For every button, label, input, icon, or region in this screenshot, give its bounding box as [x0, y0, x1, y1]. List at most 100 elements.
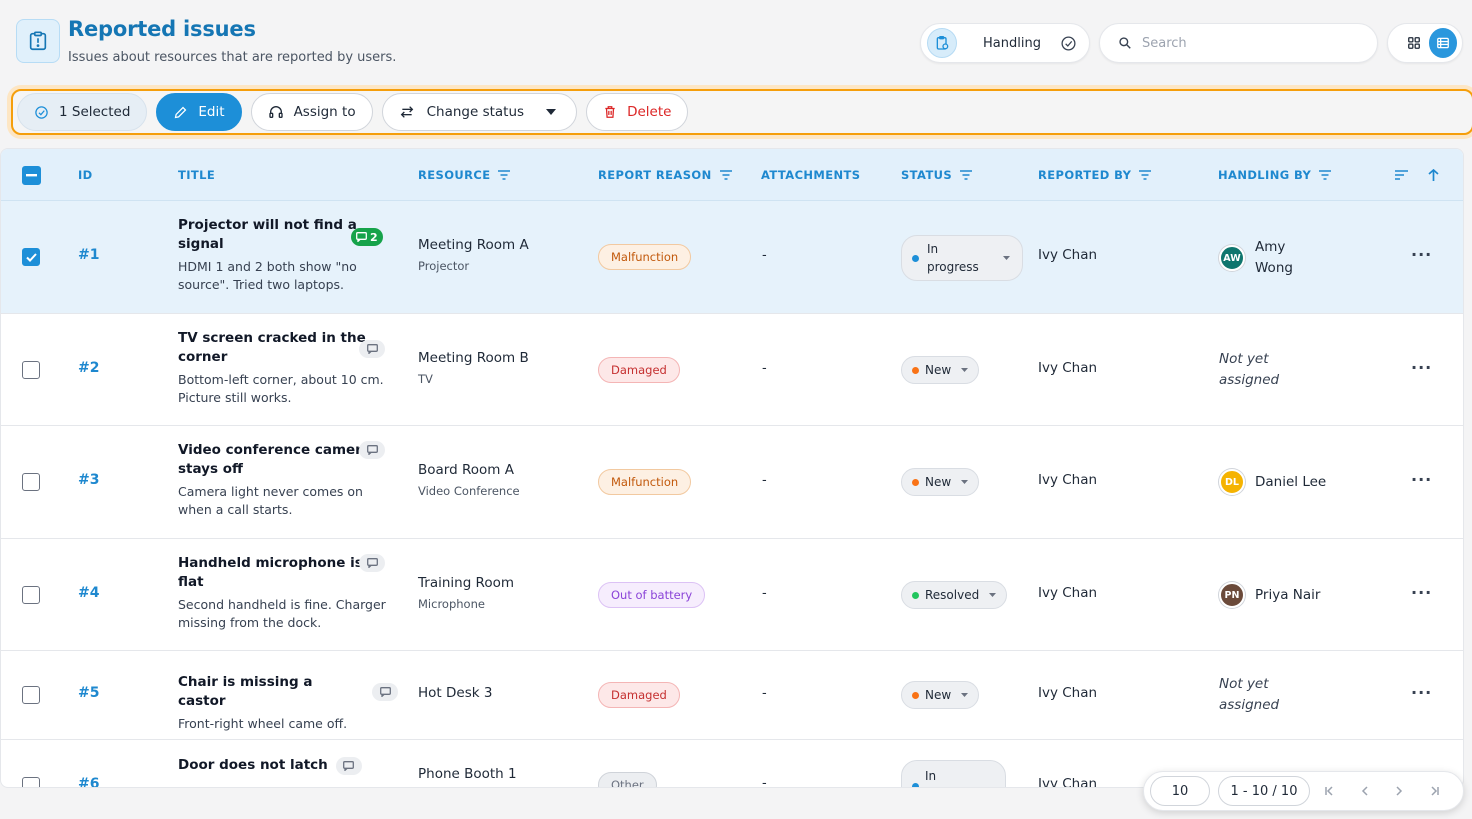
status-label: In: [925, 769, 937, 783]
avatar: DL: [1219, 469, 1245, 495]
column-header-handling-by[interactable]: HANDLING BY: [1218, 149, 1332, 201]
issue-id[interactable]: #6: [78, 776, 99, 787]
issue-description-line: source". Tried two laptops.: [178, 277, 344, 292]
sort-lines-icon[interactable]: [1395, 149, 1408, 201]
more-dots-icon[interactable]: ···: [1411, 683, 1432, 702]
issue-title-line: flat: [178, 574, 204, 590]
comment-icon[interactable]: [359, 441, 385, 459]
attachments-value: -: [762, 473, 767, 488]
table-row[interactable]: #4 Handheld microphone is flat Second ha…: [1, 539, 1463, 651]
column-header-resource[interactable]: RESOURCE: [418, 149, 511, 201]
issue-id[interactable]: #4: [78, 585, 99, 601]
row-checkbox[interactable]: [22, 777, 40, 787]
status-dropdown[interactable]: In: [901, 760, 1006, 787]
table-row[interactable]: #1 Projector will not find a signal 2 HD…: [1, 201, 1463, 314]
issue-title-cell[interactable]: Projector will not find a signal 2 HDMI …: [178, 216, 388, 294]
edit-button[interactable]: Edit: [156, 93, 242, 131]
list-view-icon[interactable]: [1428, 28, 1457, 58]
column-header-status[interactable]: STATUS: [901, 149, 973, 201]
column-header-reason[interactable]: REPORT REASON: [598, 149, 732, 201]
comment-icon[interactable]: [335, 756, 362, 775]
prev-page-icon[interactable]: [1352, 786, 1378, 796]
status-dot: [912, 254, 919, 262]
delete-button[interactable]: Delete: [586, 93, 689, 131]
caret-down-icon: [546, 109, 557, 115]
issue-title-cell[interactable]: Handheld microphone is flat Second handh…: [178, 554, 388, 632]
issue-title-cell[interactable]: Door does not latch: [178, 756, 362, 775]
status-dot: [912, 478, 919, 486]
handler-unassigned: Not yet assigned: [1219, 349, 1279, 391]
last-page-icon[interactable]: [1420, 786, 1446, 796]
issue-id[interactable]: #5: [78, 685, 99, 701]
column-header-title[interactable]: TITLE: [178, 149, 215, 201]
row-checkbox[interactable]: [22, 686, 40, 704]
caret-down-icon: [961, 693, 969, 697]
row-checkbox[interactable]: [22, 586, 40, 604]
issue-title-line: corner: [178, 349, 228, 365]
issue-description: Front-right wheel came off.: [178, 716, 348, 731]
filter-icon[interactable]: [1319, 170, 1332, 180]
table-header: ID TITLE RESOURCE REPORT REASON ATTACHME…: [1, 149, 1463, 201]
comment-count: 2: [370, 230, 378, 244]
column-header-id[interactable]: ID: [78, 149, 93, 201]
row-checkbox[interactable]: [22, 361, 40, 379]
column-reason-label: REPORT REASON: [598, 168, 712, 182]
status-dropdown[interactable]: New: [901, 356, 980, 384]
column-header-attachments[interactable]: ATTACHMENTS: [761, 149, 860, 201]
status-dropdown[interactable]: New: [901, 468, 980, 496]
reported-by: Ivy Chan: [1038, 247, 1098, 263]
more-dots-icon[interactable]: ···: [1411, 470, 1432, 489]
handler-cell: DL Daniel Lee: [1219, 469, 1326, 495]
table-row[interactable]: #5 Chair is missing a castor Front-right…: [1, 651, 1463, 740]
table-row[interactable]: #2 TV screen cracked in the corner Botto…: [1, 314, 1463, 426]
arrow-up-icon[interactable]: [1428, 149, 1439, 201]
filter-icon[interactable]: [960, 170, 973, 180]
report-reason-badge: Malfunction: [598, 469, 692, 495]
selected-count-button[interactable]: 1 Selected: [17, 93, 148, 131]
handling-filter-toggle[interactable]: Handling: [920, 23, 1090, 63]
report-reason-badge: Damaged: [598, 357, 680, 383]
column-status-label: STATUS: [901, 168, 953, 182]
next-page-icon[interactable]: [1386, 786, 1412, 796]
issue-title-cell[interactable]: Video conference camera stays off Camera…: [178, 441, 388, 519]
more-dots-icon[interactable]: ···: [1411, 358, 1432, 377]
issue-title-cell[interactable]: Chair is missing a castor Front-right wh…: [178, 673, 398, 733]
filter-icon[interactable]: [1139, 170, 1152, 180]
comment-icon: [356, 232, 367, 242]
filter-icon[interactable]: [498, 170, 511, 180]
comment-count-badge[interactable]: 2: [351, 228, 383, 246]
assign-to-button[interactable]: Assign to: [250, 93, 373, 131]
search-input[interactable]: [1142, 35, 1342, 51]
issue-id[interactable]: #2: [78, 360, 99, 376]
issue-title-cell[interactable]: TV screen cracked in the corner Bottom-l…: [178, 329, 388, 407]
comment-icon[interactable]: [359, 340, 385, 358]
status-dropdown[interactable]: Resolved: [901, 581, 1008, 609]
view-switcher[interactable]: [1387, 23, 1463, 63]
grid-view-icon[interactable]: [1400, 28, 1429, 58]
table-row[interactable]: #3 Video conference camera stays off Cam…: [1, 426, 1463, 539]
row-checkbox[interactable]: [22, 248, 40, 266]
comment-icon[interactable]: [372, 683, 398, 701]
issue-id[interactable]: #1: [78, 247, 99, 263]
filter-icon[interactable]: [719, 170, 732, 180]
select-all-checkbox[interactable]: [22, 149, 41, 201]
search-box[interactable]: [1099, 23, 1378, 63]
issue-description: Second handheld is fine. Charger missing …: [178, 596, 388, 632]
column-header-reported-by[interactable]: REPORTED BY: [1038, 149, 1152, 201]
status-dropdown[interactable]: New: [901, 681, 980, 709]
first-page-icon[interactable]: [1318, 786, 1344, 796]
status-dropdown[interactable]: In progress: [901, 235, 1023, 281]
status-label: New: [925, 363, 952, 377]
resource-cell: Meeting Room A Projector: [418, 237, 529, 273]
status-label: Resolved: [925, 588, 980, 602]
more-dots-icon[interactable]: ···: [1411, 245, 1432, 264]
issue-title-line: stays off: [178, 461, 243, 477]
issue-description-line: HDMI 1 and 2 both show "no: [178, 259, 357, 274]
search-icon: [1118, 36, 1132, 50]
more-dots-icon[interactable]: ···: [1411, 583, 1432, 602]
change-status-button[interactable]: Change status: [381, 93, 578, 131]
issue-id[interactable]: #3: [78, 472, 99, 488]
row-checkbox[interactable]: [22, 473, 40, 491]
page-size-select[interactable]: 10: [1150, 776, 1210, 806]
comment-icon[interactable]: [359, 554, 385, 572]
